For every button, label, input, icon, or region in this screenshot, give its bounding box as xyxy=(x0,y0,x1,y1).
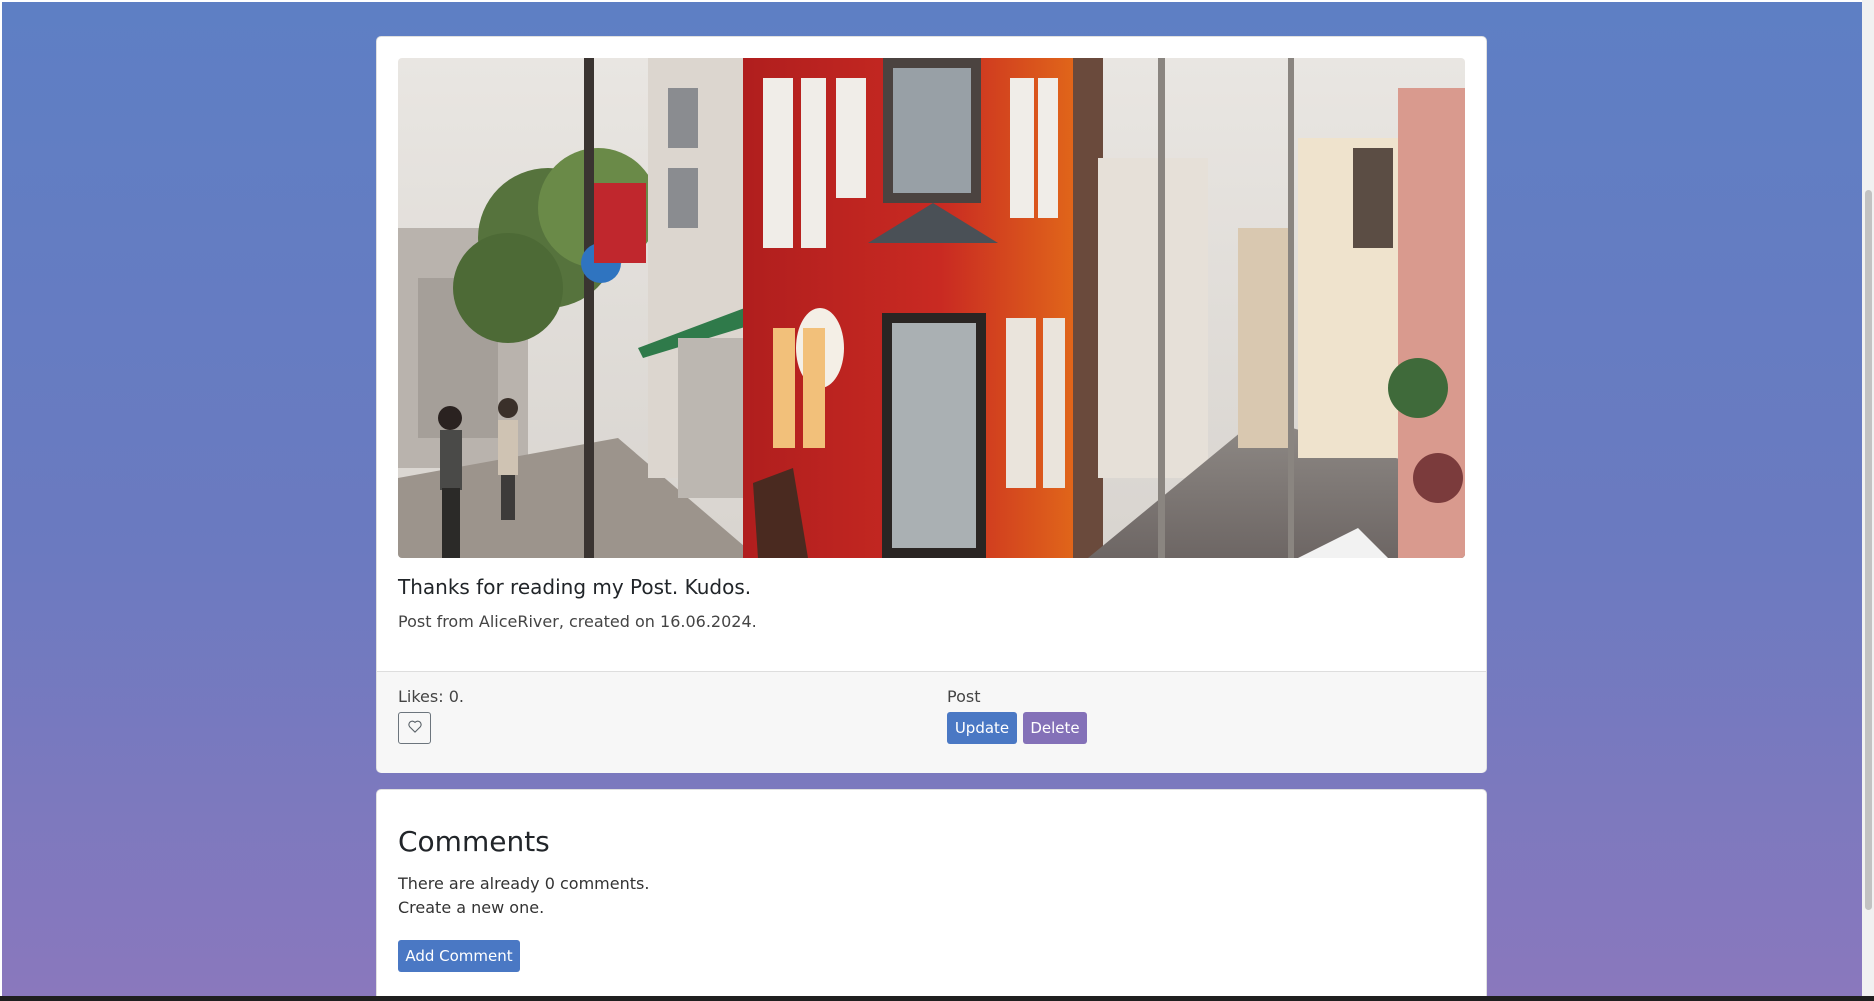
like-button[interactable] xyxy=(398,712,431,744)
post-footer xyxy=(377,671,1486,773)
likes-count: Likes: 0. xyxy=(398,687,464,706)
delete-button[interactable]: Delete xyxy=(1023,712,1087,744)
post-actions-label: Post xyxy=(947,687,981,706)
add-comment-button[interactable]: Add Comment xyxy=(398,940,520,972)
heart-outline-icon xyxy=(407,720,422,736)
post-card: Thanks for reading my Post. Kudos. Post … xyxy=(376,36,1487,773)
comments-heading: Comments xyxy=(398,825,550,858)
post-title: Thanks for reading my Post. Kudos. xyxy=(398,575,752,599)
comments-prompt: Create a new one. xyxy=(398,898,545,917)
update-button[interactable]: Update xyxy=(947,712,1017,744)
page-background: Thanks for reading my Post. Kudos. Post … xyxy=(2,2,1862,996)
post-image xyxy=(398,58,1465,558)
page-scrollbar[interactable] xyxy=(1862,0,1874,996)
comments-count: There are already 0 comments. xyxy=(398,874,650,893)
comments-card: Comments There are already 0 comments. C… xyxy=(376,789,1487,996)
scrollbar-thumb[interactable] xyxy=(1865,190,1872,910)
post-meta: Post from AliceRiver, created on 16.06.2… xyxy=(398,612,757,631)
window-bottom-edge xyxy=(0,996,1874,1001)
